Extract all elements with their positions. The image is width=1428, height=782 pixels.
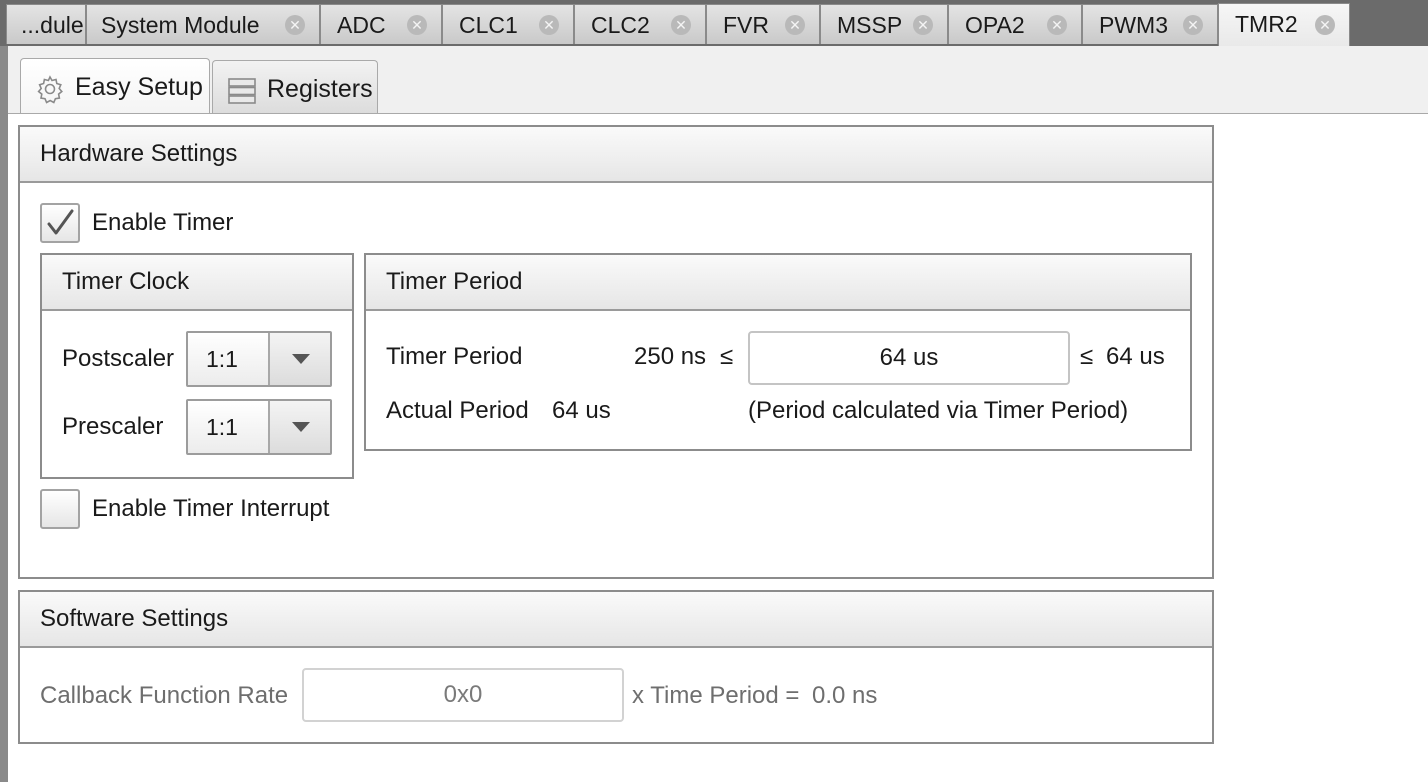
prescaler-dropdown-button[interactable] bbox=[268, 401, 330, 453]
registers-icon bbox=[228, 78, 256, 104]
close-icon[interactable]: ✕ bbox=[1183, 15, 1203, 35]
period-calc-note: (Period calculated via Timer Period) bbox=[748, 397, 1129, 424]
group-title: Timer Period bbox=[386, 268, 523, 295]
actual-period-label: Actual Period bbox=[386, 397, 529, 424]
period-min-value: 250 ns bbox=[634, 343, 707, 370]
tab-label: CLC1 bbox=[459, 12, 518, 38]
timer-period-label: Timer Period bbox=[386, 343, 523, 370]
software-settings-group: Software Settings Callback Function Rate… bbox=[18, 590, 1214, 744]
left-gutter bbox=[0, 46, 8, 782]
checkmark-icon bbox=[47, 209, 74, 235]
tab-label: MSSP bbox=[837, 12, 903, 38]
close-icon[interactable]: ✕ bbox=[913, 15, 933, 35]
close-icon[interactable]: ✕ bbox=[407, 15, 427, 35]
prescaler-value: 1:1 bbox=[206, 414, 238, 440]
time-period-suffix: x Time Period = bbox=[632, 682, 800, 709]
close-icon[interactable]: ✕ bbox=[1047, 15, 1067, 35]
tab-label: Registers bbox=[267, 75, 373, 103]
postscaler-value: 1:1 bbox=[206, 346, 238, 372]
tab-module[interactable]: ...dule bbox=[6, 4, 86, 44]
tab-mssp[interactable]: MSSP ✕ bbox=[820, 4, 948, 44]
timer-period-input[interactable]: 64 us bbox=[748, 331, 1070, 385]
tab-label: System Module bbox=[101, 12, 260, 38]
hardware-settings-group: Hardware Settings Enable Timer Timer Clo… bbox=[18, 125, 1214, 579]
tab-easy-setup[interactable]: Easy Setup bbox=[20, 58, 210, 114]
tab-pwm3[interactable]: PWM3 ✕ bbox=[1082, 4, 1218, 44]
gear-icon bbox=[37, 75, 63, 104]
callback-rate-input[interactable]: 0x0 bbox=[302, 668, 624, 722]
software-settings-header: Software Settings bbox=[20, 592, 1212, 648]
enable-timer-label: Enable Timer bbox=[92, 209, 234, 236]
callback-rate-label: Callback Function Rate bbox=[40, 682, 289, 709]
period-max-value: 64 us bbox=[1106, 343, 1165, 370]
tab-label: Easy Setup bbox=[75, 73, 203, 101]
tab-fvr[interactable]: FVR ✕ bbox=[706, 4, 820, 44]
tab-label: FVR bbox=[723, 12, 769, 38]
tab-label: TMR2 bbox=[1235, 11, 1298, 37]
timer-period-group: Timer Period Timer Period 250 ns ≤ 64 us… bbox=[364, 253, 1192, 451]
timer-period-value: 64 us bbox=[879, 344, 939, 371]
tab-label: PWM3 bbox=[1099, 12, 1168, 38]
tab-clc2[interactable]: CLC2 ✕ bbox=[574, 4, 706, 44]
actual-period-value: 64 us bbox=[552, 397, 611, 424]
postscaler-dropdown-button[interactable] bbox=[268, 333, 330, 385]
prescaler-label: Prescaler bbox=[62, 413, 164, 440]
tab-label: ADC bbox=[337, 12, 386, 38]
enable-interrupt-checkbox[interactable] bbox=[40, 489, 80, 529]
timer-clock-header: Timer Clock bbox=[42, 255, 352, 311]
prescaler-select[interactable]: 1:1 bbox=[186, 399, 332, 455]
tab-tmr2[interactable]: TMR2 ✕ bbox=[1218, 3, 1350, 46]
close-icon[interactable]: ✕ bbox=[1315, 15, 1335, 35]
group-title: Timer Clock bbox=[62, 268, 190, 295]
timer-period-header: Timer Period bbox=[366, 255, 1190, 311]
postscaler-label: Postscaler bbox=[62, 345, 175, 372]
tab-system-module[interactable]: System Module ✕ bbox=[86, 4, 320, 44]
tab-clc1[interactable]: CLC1 ✕ bbox=[442, 4, 574, 44]
chevron-down-icon bbox=[292, 354, 310, 364]
enable-timer-checkbox[interactable] bbox=[40, 203, 80, 243]
close-icon[interactable]: ✕ bbox=[539, 15, 559, 35]
period-max-le-symbol: ≤ bbox=[1080, 343, 1094, 370]
tab-label: CLC2 bbox=[591, 12, 650, 38]
enable-interrupt-label: Enable Timer Interrupt bbox=[92, 495, 330, 522]
close-icon[interactable]: ✕ bbox=[671, 15, 691, 35]
group-title: Hardware Settings bbox=[40, 140, 238, 167]
tab-registers[interactable]: Registers bbox=[212, 60, 378, 114]
close-icon[interactable]: ✕ bbox=[785, 15, 805, 35]
tab-label: OPA2 bbox=[965, 12, 1025, 38]
tab-adc[interactable]: ADC ✕ bbox=[320, 4, 442, 44]
tab-label: ...dule bbox=[21, 12, 84, 38]
tab-opa2[interactable]: OPA2 ✕ bbox=[948, 4, 1082, 44]
group-title: Software Settings bbox=[40, 605, 229, 632]
period-min-le-symbol: ≤ bbox=[720, 343, 734, 370]
hardware-settings-header: Hardware Settings bbox=[20, 127, 1212, 183]
chevron-down-icon bbox=[292, 422, 310, 432]
callback-result-value: 0.0 ns bbox=[812, 682, 878, 709]
timer-clock-group: Timer Clock Postscaler 1:1 Prescaler 1:1 bbox=[40, 253, 354, 479]
postscaler-select[interactable]: 1:1 bbox=[186, 331, 332, 387]
close-icon[interactable]: ✕ bbox=[285, 15, 305, 35]
editor-tab-strip: ...dule System Module ✕ ADC ✕ CLC1 ✕ CLC… bbox=[0, 0, 1428, 46]
callback-rate-value: 0x0 bbox=[443, 681, 483, 708]
